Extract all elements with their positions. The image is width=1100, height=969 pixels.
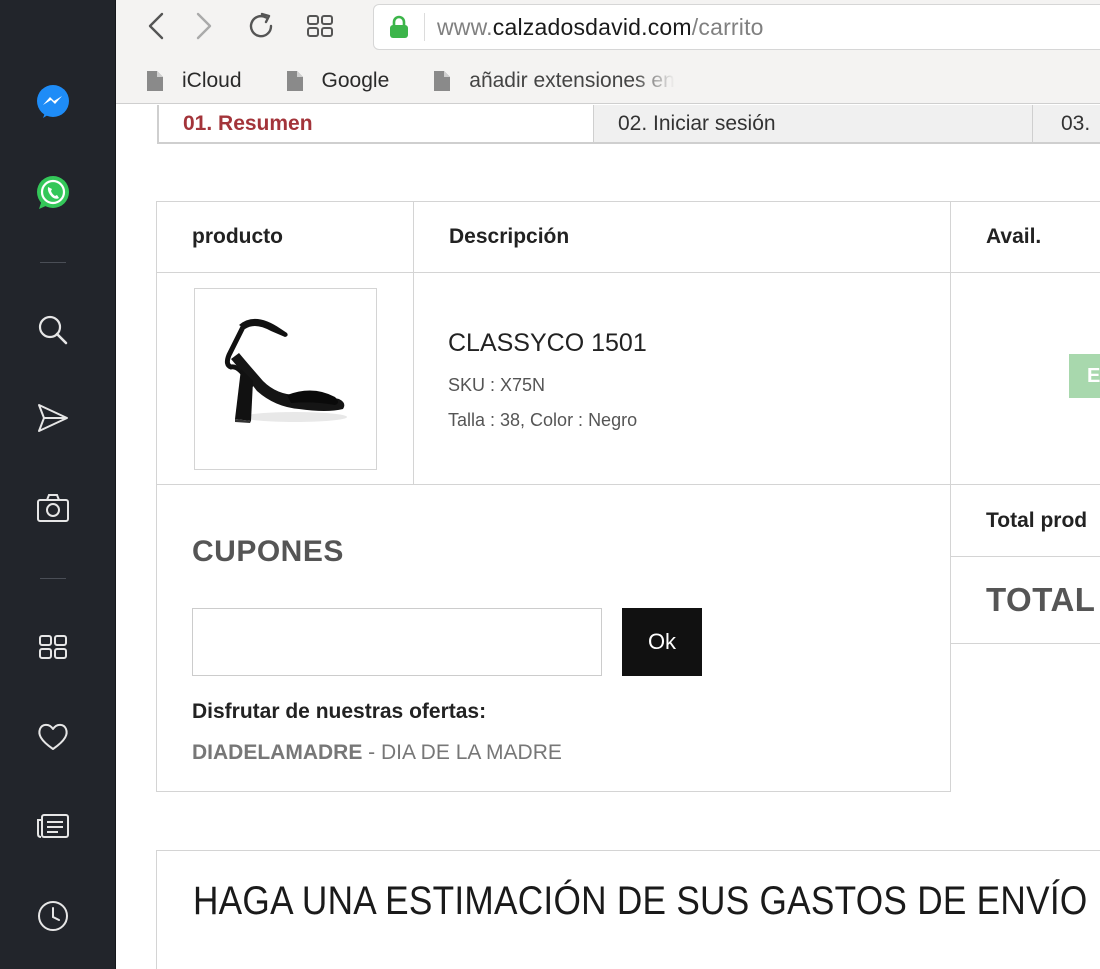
header-description: Descripción — [413, 201, 951, 273]
bookmark-google[interactable]: Google — [286, 69, 389, 93]
url-separator — [424, 13, 425, 41]
back-button[interactable] — [138, 8, 174, 44]
step-three[interactable]: 03. — [1033, 105, 1100, 142]
page-content: 01. Resumen 02. Iniciar sesión 03. produ… — [117, 105, 1100, 969]
coupons-section: CUPONES Ok Disfrutar de nuestras ofertas… — [156, 484, 951, 792]
search-icon[interactable] — [34, 311, 72, 349]
news-icon[interactable] — [34, 807, 72, 845]
header-product: producto — [156, 201, 414, 273]
offer-separator: - — [362, 741, 381, 764]
product-attributes: Talla : 38, Color : Negro — [448, 410, 638, 430]
bookmark-extensions[interactable]: añadir extensiones en — [433, 69, 675, 93]
product-description-cell: CLASSYCO 1501 SKU : X75N Talla : 38, Col… — [413, 272, 951, 485]
browser-sidebar — [0, 0, 116, 969]
camera-icon[interactable] — [34, 489, 72, 527]
offer-code[interactable]: DIADELAMADRE — [192, 741, 362, 764]
document-icon — [434, 71, 451, 91]
offer-item[interactable]: DIADELAMADRE - DIA DE LA MADRE — [192, 741, 562, 765]
apply-coupon-button[interactable]: Ok — [622, 608, 702, 676]
product-sku: SKU : X75N — [448, 375, 546, 395]
speed-dial-icon[interactable] — [34, 628, 72, 666]
product-avail-cell: E — [950, 272, 1100, 485]
header-avail: Avail. — [950, 201, 1100, 273]
sidebar-divider — [40, 262, 66, 263]
coupon-code-input[interactable] — [192, 608, 602, 676]
url-text[interactable]: www.calzadosdavid.com/carrito — [437, 14, 764, 41]
document-icon — [147, 71, 163, 91]
total-products-row: Total prod — [950, 484, 1100, 557]
browser-toolbar: www.calzadosdavid.com/carrito iCloud Goo… — [116, 0, 1100, 104]
send-icon[interactable] — [34, 399, 72, 437]
bookmark-icloud[interactable]: iCloud — [146, 69, 242, 93]
sidebar-divider — [40, 578, 66, 579]
bookmarks-bar: iCloud Google añadir extensiones en — [146, 64, 719, 98]
step-login[interactable]: 02. Iniciar sesión — [593, 105, 1033, 142]
whatsapp-icon[interactable] — [34, 174, 72, 212]
heart-icon[interactable] — [34, 718, 72, 756]
checkout-steps: 01. Resumen 02. Iniciar sesión 03. — [157, 105, 1100, 144]
shipping-estimate-section: HAGA UNA ESTIMACIÓN DE SUS GASTOS DE ENV… — [156, 850, 1100, 969]
lock-icon — [390, 15, 408, 38]
address-bar[interactable]: www.calzadosdavid.com/carrito — [373, 4, 1100, 50]
availability-badge: E — [1069, 354, 1100, 398]
offers-label: Disfrutar de nuestras ofertas: — [192, 700, 487, 723]
tabs-grid-button[interactable] — [302, 8, 338, 44]
sandal-image — [224, 318, 347, 423]
product-image-cell — [156, 272, 414, 485]
total-row: TOTAL — [950, 556, 1100, 644]
product-name[interactable]: CLASSYCO 1501 — [448, 329, 647, 358]
offer-name: DIA DE LA MADRE — [381, 741, 562, 764]
messenger-icon[interactable] — [34, 83, 72, 121]
history-icon[interactable] — [34, 897, 72, 935]
shipping-estimate-title: HAGA UNA ESTIMACIÓN DE SUS GASTOS DE ENV… — [193, 879, 1100, 923]
document-icon — [286, 71, 303, 91]
product-thumbnail[interactable] — [194, 288, 377, 470]
forward-button[interactable] — [186, 8, 222, 44]
reload-button[interactable] — [243, 8, 279, 44]
coupons-title: CUPONES — [192, 535, 344, 568]
step-summary[interactable]: 01. Resumen — [157, 105, 593, 142]
